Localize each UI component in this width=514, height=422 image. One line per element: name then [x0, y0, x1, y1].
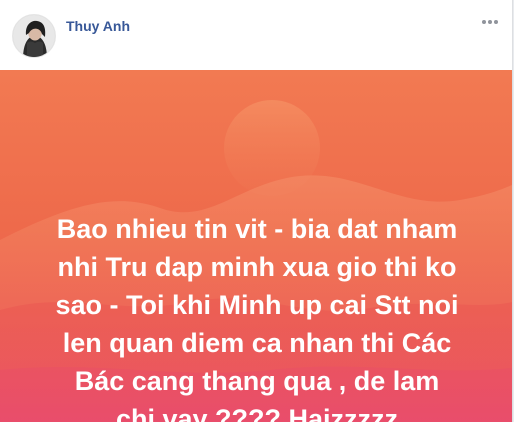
more-options-button[interactable] — [478, 13, 502, 31]
profile-photo-icon — [13, 15, 55, 57]
author-avatar[interactable] — [12, 14, 56, 58]
post-header: Thuy Anh — [0, 0, 512, 68]
author-name[interactable]: Thuy Anh — [66, 18, 130, 34]
ellipsis-icon — [482, 20, 498, 24]
status-text: Bao nhieu tin vit - bia dat nham nhi Tru… — [55, 214, 459, 422]
status-background: Bao nhieu tin vit - bia dat nham nhi Tru… — [0, 70, 512, 422]
post-card: Thuy Anh Bao nhieu tin vit - bia dat nha… — [0, 0, 513, 422]
